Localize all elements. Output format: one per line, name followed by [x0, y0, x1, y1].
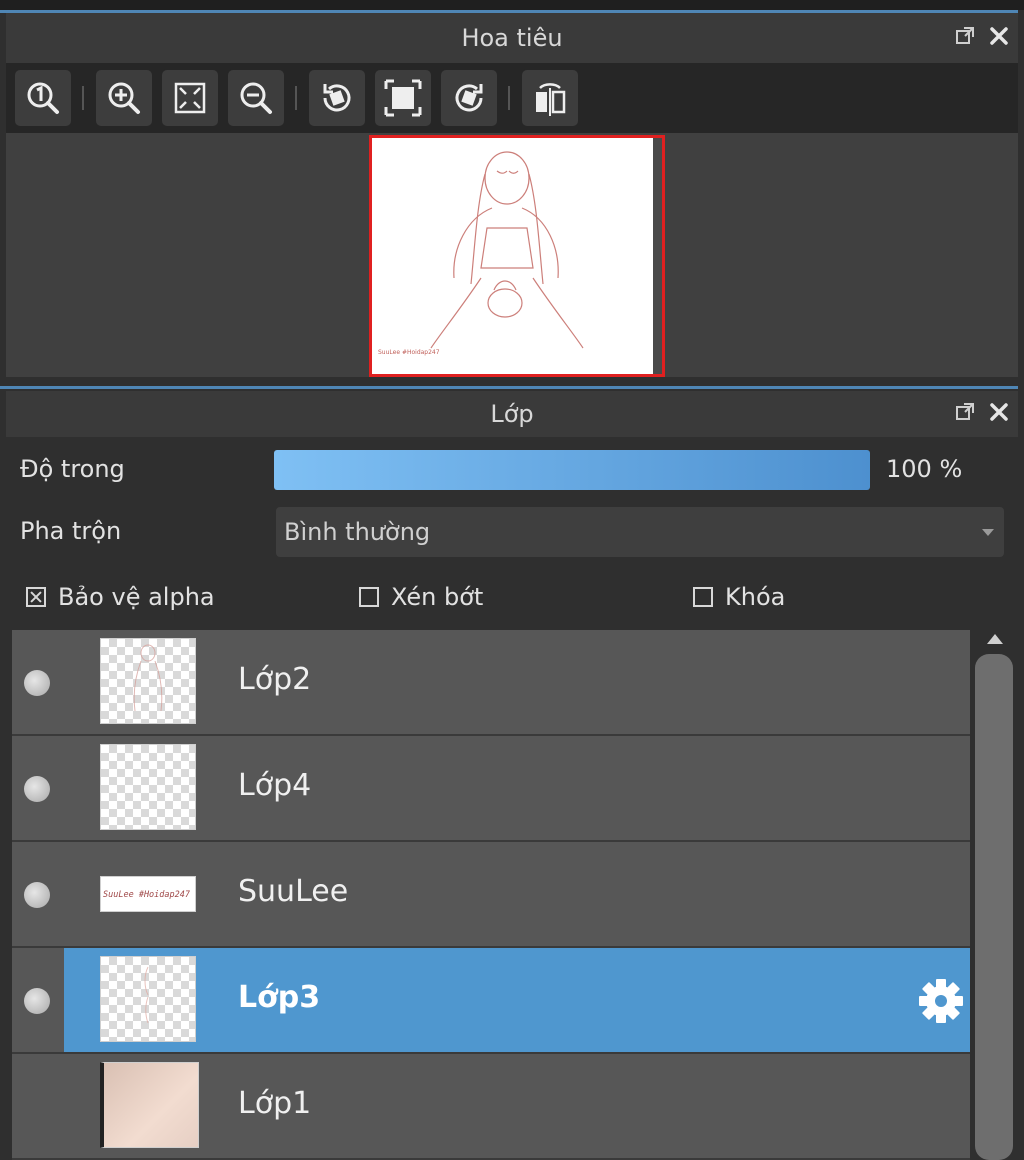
close-icon[interactable] — [988, 25, 1010, 47]
lock-checkbox[interactable]: Khóa — [693, 583, 785, 611]
layers-title-bar: Lớp — [6, 391, 1018, 437]
rotate-right-icon — [455, 84, 483, 112]
navigator-window-controls — [954, 25, 1010, 47]
top-strip — [0, 0, 1024, 10]
lock-label: Khóa — [725, 583, 786, 611]
protect-alpha-checkbox[interactable]: Bảo vệ alpha — [26, 583, 215, 611]
flip-horizontal-button[interactable] — [521, 69, 579, 127]
zoom-actual-size-button[interactable] — [14, 69, 72, 127]
layer-row[interactable]: Lớp1 — [12, 1054, 970, 1160]
close-icon[interactable] — [988, 401, 1010, 423]
visibility-toggle[interactable] — [24, 670, 50, 696]
fit-to-window-icon — [174, 82, 206, 114]
zoom-in-button[interactable] — [95, 69, 153, 127]
gear-icon[interactable] — [916, 976, 966, 1026]
layer-name: Lớp4 — [238, 768, 312, 803]
blend-mode-label: Pha trộn — [20, 517, 122, 545]
rotate-left-icon — [323, 84, 351, 112]
layer-thumbnail — [100, 956, 196, 1042]
navigator-title-bar: Hoa tiêu — [6, 13, 1018, 63]
layer-thumbnail: SuuLee #Hoidap247 — [100, 876, 196, 912]
rotate-left-button[interactable] — [308, 69, 366, 127]
blend-mode-select[interactable]: Bình thường — [276, 507, 1004, 557]
flip-horizontal-icon — [536, 83, 566, 116]
layer-properties: Độ trong 100 % Pha trộn Bình thường Bảo … — [6, 437, 1018, 630]
opacity-slider[interactable] — [274, 450, 870, 490]
chevron-down-icon — [982, 529, 994, 536]
clipping-checkbox[interactable]: Xén bớt — [359, 583, 483, 611]
layer-row-selected[interactable]: Lớp3 — [12, 948, 970, 1054]
layer-name: Lớp2 — [238, 662, 312, 697]
layer-thumbnail — [100, 638, 196, 724]
navigator-preview-area[interactable]: SuuLee #Hoidap247 — [6, 133, 1018, 377]
opacity-label: Độ trong — [20, 455, 125, 483]
preview-edge — [653, 138, 662, 374]
layer-row[interactable]: Lớp4 — [12, 736, 970, 842]
toolbar-separator — [295, 86, 297, 110]
layers-window-controls — [954, 401, 1010, 423]
checkbox-unchecked-icon — [359, 587, 379, 607]
zoom-out-button[interactable] — [227, 69, 285, 127]
line-art-drawing: SuuLee #Hoidap247 — [378, 151, 584, 356]
navigator-title: Hoa tiêu — [461, 24, 563, 52]
navigator-toolbar — [6, 63, 1018, 133]
blend-mode-value: Bình thường — [284, 518, 431, 546]
zoom-out-icon — [240, 82, 272, 114]
checkbox-unchecked-icon — [693, 587, 713, 607]
scroll-up-arrow-icon[interactable] — [987, 634, 1003, 644]
visibility-toggle[interactable] — [24, 776, 50, 802]
panel-accent-line — [0, 386, 1018, 389]
layer-row[interactable]: Lớp2 — [12, 630, 970, 736]
preview-signature: SuuLee #Hoidap247 — [378, 349, 440, 356]
rotate-right-button[interactable] — [440, 69, 498, 127]
selection-highlight — [64, 948, 970, 1052]
layer-list: Lớp2 Lớp4 SuuLee #Hoidap247 SuuLee Lớp3 — [12, 630, 970, 1160]
checkbox-checked-icon — [26, 587, 46, 607]
layer-thumbnail — [100, 1062, 199, 1148]
popout-icon[interactable] — [954, 25, 976, 47]
layer-name: Lớp1 — [238, 1086, 312, 1121]
layer-name: Lớp3 — [238, 980, 321, 1015]
layer-thumbnail — [100, 744, 196, 830]
zoom-in-icon — [108, 82, 140, 114]
canvas-preview[interactable]: SuuLee #Hoidap247 — [369, 135, 665, 377]
reset-view-icon — [384, 79, 422, 117]
layer-thumbnail-text: SuuLee #Hoidap247 — [103, 890, 191, 900]
protect-alpha-label: Bảo vệ alpha — [58, 583, 215, 611]
toolbar-separator — [82, 86, 84, 110]
layer-list-scrollbar[interactable] — [972, 630, 1018, 1160]
visibility-toggle[interactable] — [24, 988, 50, 1014]
zoom-actual-size-icon — [27, 82, 59, 114]
layers-title: Lớp — [490, 400, 534, 428]
layer-name: SuuLee — [238, 874, 349, 909]
popout-icon[interactable] — [954, 401, 976, 423]
clipping-label: Xén bớt — [391, 583, 484, 611]
opacity-value: 100 % — [886, 455, 963, 483]
toolbar-separator — [508, 86, 510, 110]
layer-row[interactable]: SuuLee #Hoidap247 SuuLee — [12, 842, 970, 948]
scroll-thumb[interactable] — [975, 654, 1013, 1160]
reset-view-button[interactable] — [374, 69, 432, 127]
visibility-toggle[interactable] — [24, 882, 50, 908]
fit-to-window-button[interactable] — [161, 69, 219, 127]
